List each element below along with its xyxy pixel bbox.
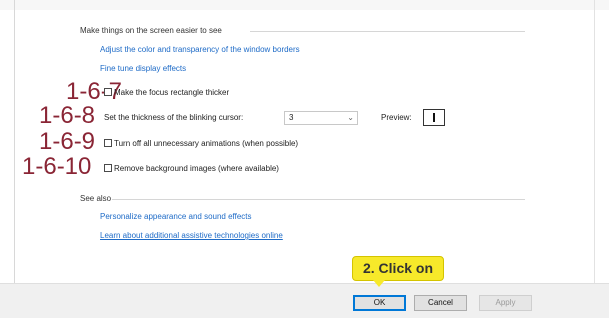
instruction-callout: 2. Click on	[352, 256, 444, 281]
cancel-button[interactable]: Cancel	[414, 295, 467, 311]
link-assistive-technologies[interactable]: Learn about additional assistive technol…	[100, 231, 283, 240]
cursor-thickness-select[interactable]: 3 ⌄	[284, 111, 358, 125]
step-number-1-6-8: 1-6-8	[39, 102, 96, 129]
background-images-checkbox[interactable]	[104, 164, 112, 172]
background-images-label: Remove background images (where availabl…	[114, 164, 279, 173]
cursor-thickness-label: Set the thickness of the blinking cursor…	[104, 113, 244, 122]
top-strip	[0, 0, 609, 10]
section-heading-see-also: See also	[80, 194, 112, 203]
step-number-1-6-9: 1-6-9	[39, 128, 96, 155]
step-number-1-6-10: 1-6-10	[22, 153, 92, 180]
focus-rectangle-label: Make the focus rectangle thicker	[114, 88, 230, 97]
chevron-down-icon: ⌄	[347, 113, 354, 122]
animations-label: Turn off all unnecessary animations (whe…	[114, 139, 299, 148]
callout-arrow-icon	[373, 280, 385, 287]
animations-checkbox[interactable]	[104, 139, 112, 147]
see-also-divider	[112, 199, 525, 200]
section-divider	[250, 31, 525, 32]
left-border	[14, 0, 15, 283]
link-window-borders[interactable]: Adjust the color and transparency of the…	[100, 45, 300, 54]
ok-button[interactable]: OK	[353, 295, 406, 311]
link-fine-tune-effects[interactable]: Fine tune display effects	[100, 64, 186, 73]
right-border	[594, 0, 595, 283]
link-personalize[interactable]: Personalize appearance and sound effects	[100, 212, 252, 221]
cursor-thickness-value: 3	[289, 113, 294, 122]
preview-label: Preview:	[381, 113, 412, 122]
section-heading-make-easier: Make things on the screen easier to see	[80, 26, 222, 35]
cursor-preview-box	[423, 109, 445, 126]
apply-button[interactable]: Apply	[479, 295, 532, 311]
cursor-preview-icon	[433, 113, 435, 122]
focus-rectangle-checkbox[interactable]	[104, 88, 112, 96]
